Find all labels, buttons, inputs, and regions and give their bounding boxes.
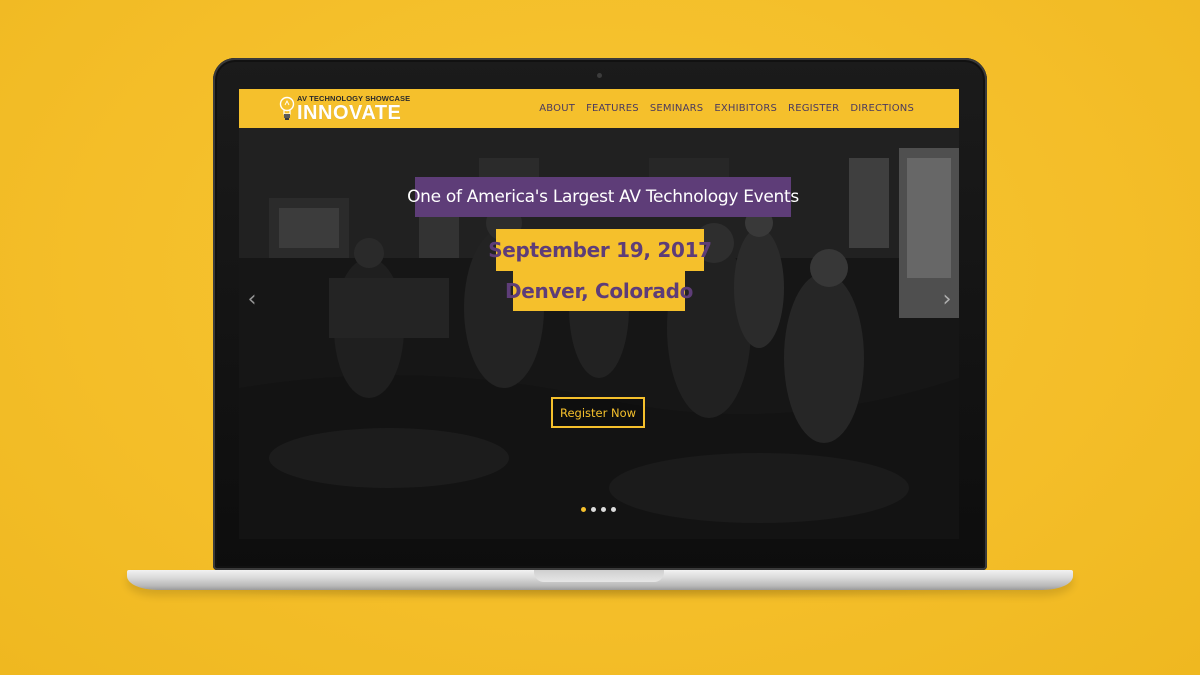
site-logo[interactable]: AV TECHNOLOGY SHOWCASE INNOVATE	[279, 93, 410, 125]
event-date: September 19, 2017	[488, 229, 712, 271]
nav-item-about[interactable]: ABOUT	[539, 103, 575, 114]
carousel-dot-1[interactable]	[581, 507, 586, 512]
carousel-dot-2[interactable]	[591, 507, 596, 512]
carousel-indicators	[581, 507, 616, 512]
nav-item-seminars[interactable]: SEMINARS	[650, 103, 703, 114]
site-header: AV TECHNOLOGY SHOWCASE INNOVATE ABOUT FE…	[239, 89, 959, 128]
carousel-dot-4[interactable]	[611, 507, 616, 512]
logo-text: AV TECHNOLOGY SHOWCASE INNOVATE	[297, 95, 410, 123]
main-nav: ABOUT FEATURES SEMINARS EXHIBITORS REGIS…	[539, 89, 914, 128]
laptop-screen: AV TECHNOLOGY SHOWCASE INNOVATE ABOUT FE…	[239, 89, 959, 539]
nav-item-exhibitors[interactable]: EXHIBITORS	[714, 103, 777, 114]
chevron-right-icon[interactable]: ›	[939, 288, 955, 312]
hero-carousel: One of America's Largest AV Technology E…	[239, 128, 959, 539]
event-location: Denver, Colorado	[505, 271, 693, 311]
nav-item-features[interactable]: FEATURES	[586, 103, 639, 114]
register-now-button[interactable]: Register Now	[551, 397, 645, 428]
showcase-backdrop: AV TECHNOLOGY SHOWCASE INNOVATE ABOUT FE…	[0, 0, 1200, 675]
chevron-left-icon[interactable]: ‹	[244, 288, 260, 312]
lightbulb-icon	[279, 96, 295, 122]
laptop-notch	[534, 570, 664, 582]
camera-icon	[597, 73, 602, 78]
nav-item-directions[interactable]: DIRECTIONS	[850, 103, 914, 114]
nav-item-register[interactable]: REGISTER	[788, 103, 839, 114]
hero-headline: One of America's Largest AV Technology E…	[407, 177, 799, 217]
logo-name: INNOVATE	[297, 101, 402, 124]
carousel-dot-3[interactable]	[601, 507, 606, 512]
